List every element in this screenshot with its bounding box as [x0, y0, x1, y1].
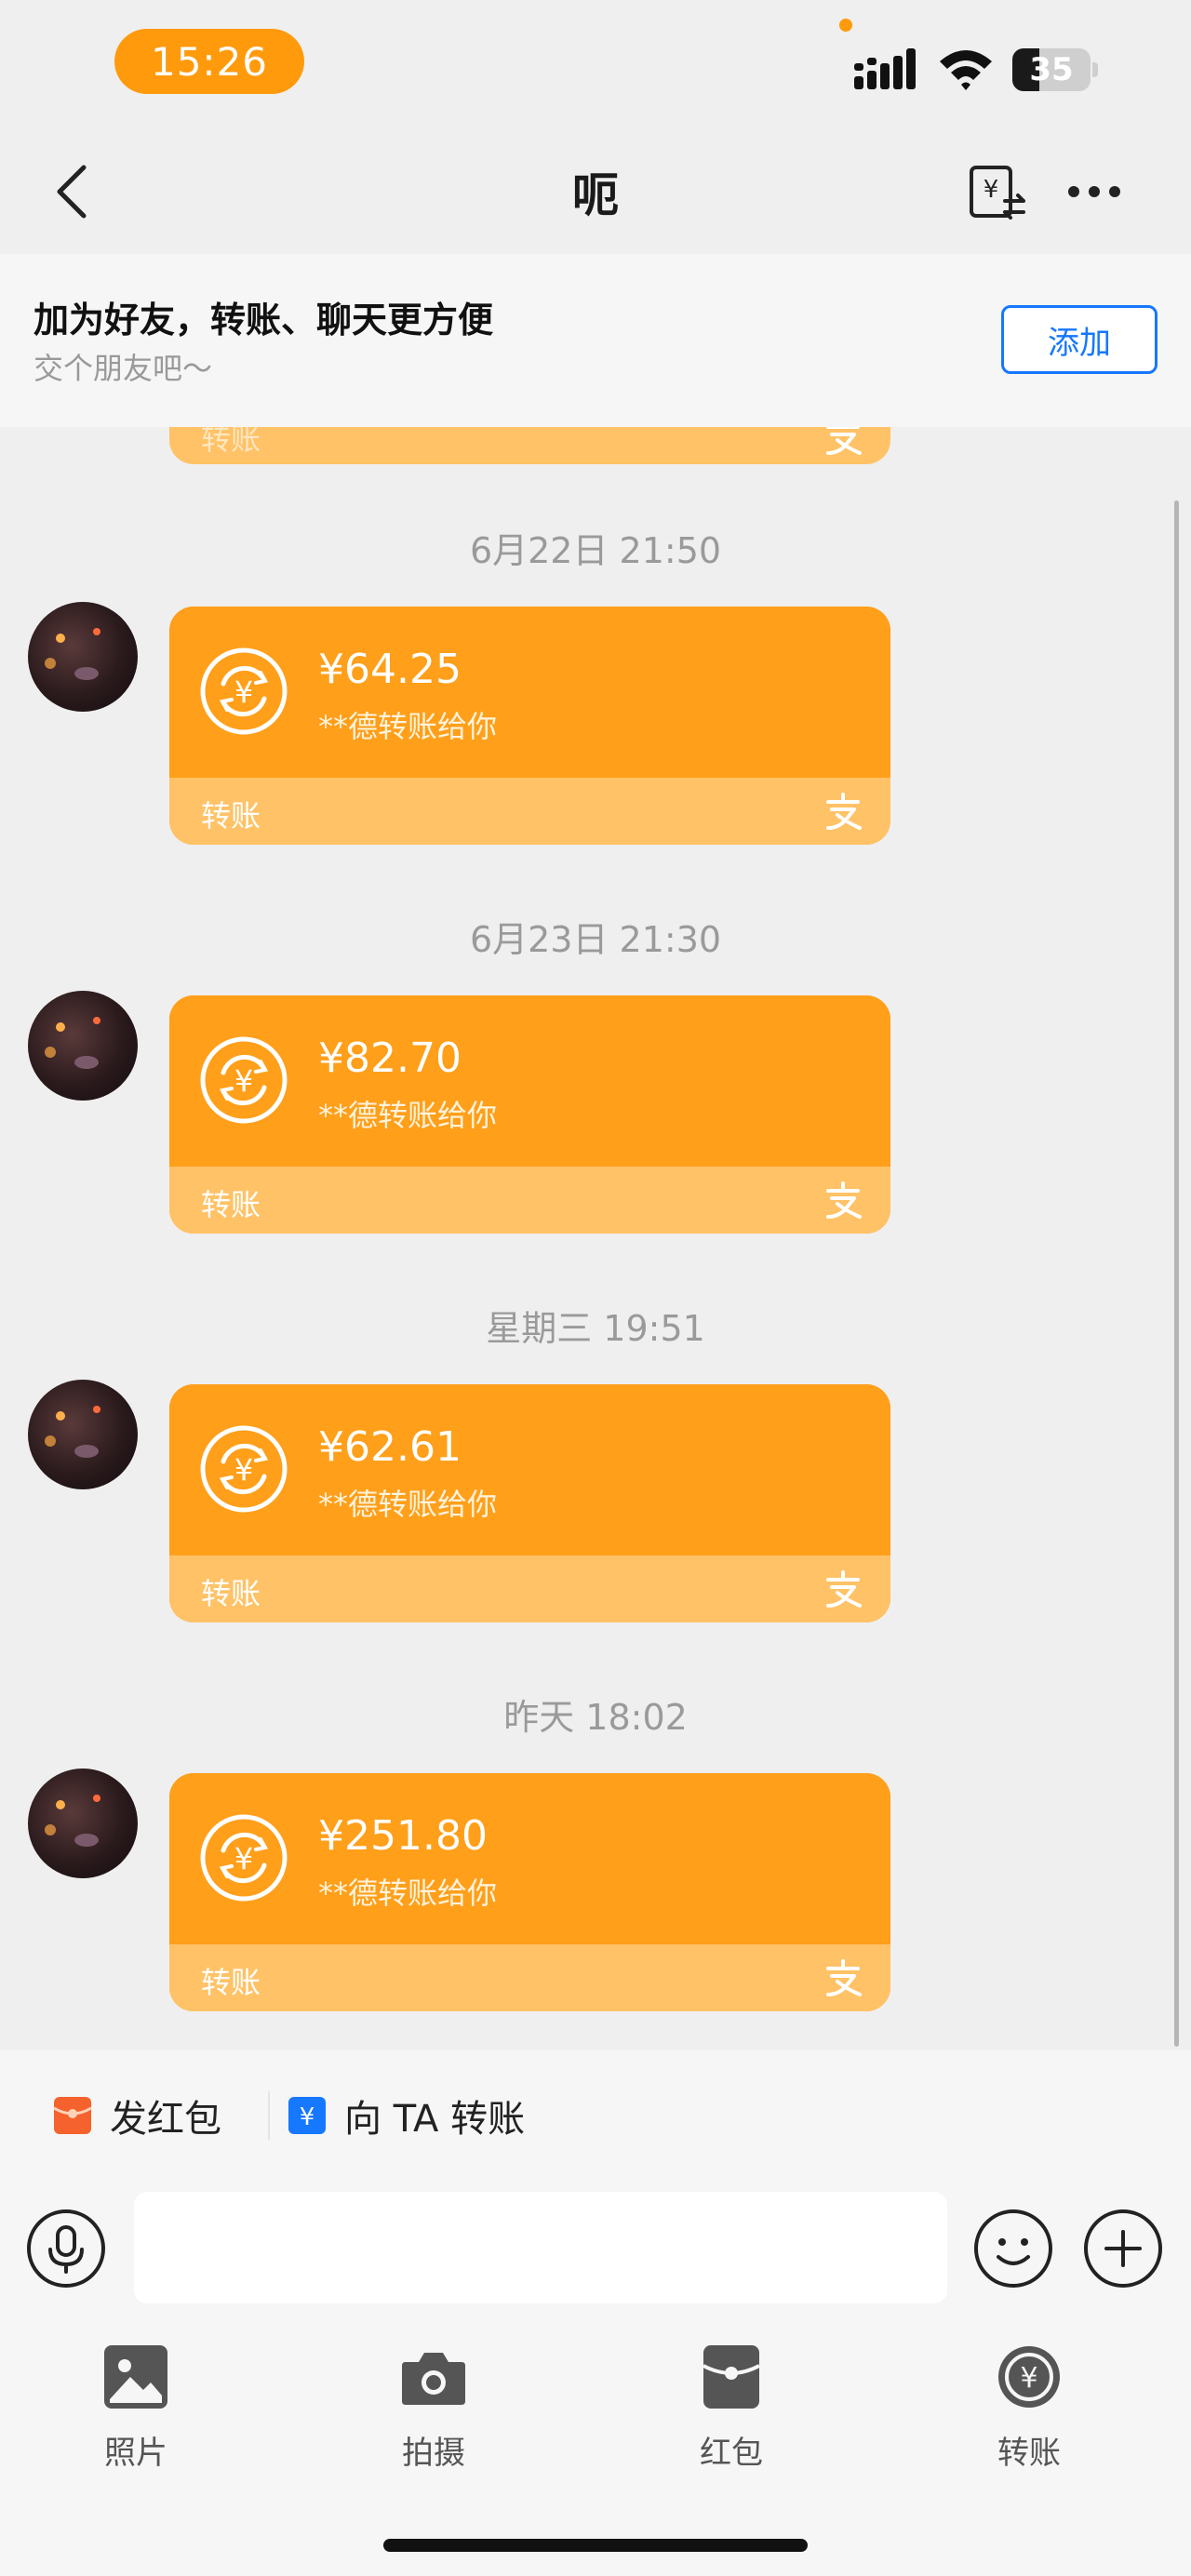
chat-scrollbar[interactable] — [1174, 501, 1179, 2047]
yen-transfer-icon: ¥ — [200, 1814, 288, 1902]
red-packet-label: 红包 — [700, 2435, 763, 2472]
message-timestamp: 昨天 18:02 — [503, 1697, 688, 1738]
back-icon[interactable] — [47, 164, 102, 220]
message-timestamp: 星期三 19:51 — [486, 1308, 705, 1349]
chat-messages[interactable]: 转账 6月22日 21:50 ¥ ¥64.25 **德转账给你 转账 6月23日… — [0, 427, 1191, 2050]
status-bar: 15:26 35 — [0, 0, 1191, 130]
transfer-card[interactable]: ¥ ¥62.61 **德转账给你 转账 — [169, 1384, 890, 1622]
alipay-icon — [826, 793, 862, 830]
transfer-description: **德转账给你 — [318, 1098, 498, 1133]
camera-button[interactable]: 拍摄 — [341, 2343, 527, 2483]
svg-text:¥: ¥ — [234, 1063, 253, 1099]
transfer-card-label: 转账 — [201, 427, 261, 457]
transfer-description: **德转账给你 — [318, 1487, 498, 1522]
message-timestamp: 6月22日 21:50 — [469, 530, 722, 571]
status-time: 15:26 — [114, 29, 304, 94]
nav-bar: 呃 ¥ — [0, 130, 1191, 254]
alipay-icon — [826, 1959, 862, 1996]
message-input[interactable] — [134, 2192, 947, 2303]
battery-level: 35 — [1029, 51, 1074, 88]
red-packet-button[interactable]: 红包 — [638, 2343, 824, 2483]
transfer-card-label: 转账 — [201, 1965, 261, 2000]
voice-icon[interactable] — [26, 2209, 106, 2289]
transfer-record-icon[interactable]: ¥ — [968, 164, 1027, 223]
svg-text:¥: ¥ — [234, 1841, 253, 1876]
quick-actions-divider — [268, 2091, 270, 2140]
add-friend-title: 加为好友，转账、聊天更方便 — [33, 300, 494, 340]
yen-transfer-icon: ¥ — [200, 1425, 288, 1513]
camera-icon — [402, 2353, 465, 2405]
transfer-to-ta-button[interactable]: ¥ 向 TA 转账 — [287, 2073, 525, 2158]
transfer-description: **德转账给你 — [318, 1875, 498, 1911]
transfer-amount: ¥62.61 — [318, 1423, 462, 1471]
svg-text:¥: ¥ — [300, 2103, 315, 2131]
cellular-signal-icon — [854, 48, 916, 89]
transfer-amount: ¥82.70 — [318, 1034, 462, 1082]
message-timestamp: 6月23日 21:30 — [469, 919, 722, 960]
svg-text:¥: ¥ — [984, 176, 999, 204]
svg-text:¥: ¥ — [1020, 2362, 1037, 2395]
transfer-card[interactable]: ¥ ¥64.25 **德转账给你 转账 — [169, 607, 890, 845]
camera-label: 拍摄 — [402, 2435, 465, 2472]
plus-icon[interactable] — [1083, 2209, 1163, 2289]
yen-transfer-icon: ¥ — [200, 1036, 288, 1124]
avatar[interactable] — [28, 1380, 138, 1489]
transfer-label: 转账 — [997, 2435, 1061, 2472]
transfer-card-label: 转账 — [201, 1187, 261, 1222]
add-friend-banner: 加为好友，转账、聊天更方便 交个朋友吧～ 添加 — [0, 254, 1191, 427]
transfer-amount: ¥251.80 — [318, 1812, 488, 1860]
message-input-row — [0, 2181, 1191, 2316]
home-indicator[interactable] — [383, 2539, 808, 2552]
quick-actions-bar: 发红包 ¥ 向 TA 转账 — [0, 2050, 1191, 2181]
photo-button[interactable]: 照片 — [43, 2343, 229, 2483]
transfer-to-ta-label: 向 TA 转账 — [344, 2098, 526, 2141]
transfer-card[interactable]: ¥ ¥82.70 **德转账给你 转账 — [169, 995, 890, 1234]
battery-icon: 35 — [1012, 48, 1098, 91]
wifi-icon — [940, 50, 992, 90]
add-friend-subtitle: 交个朋友吧～ — [33, 351, 213, 386]
bottom-toolbar: 照片 拍摄 红包 ¥ 转账 — [0, 2316, 1191, 2576]
transfer-amount: ¥64.25 — [318, 646, 462, 693]
avatar[interactable] — [28, 991, 138, 1101]
add-friend-button[interactable]: 添加 — [1001, 305, 1158, 374]
privacy-indicator-dot — [839, 19, 852, 32]
alipay-icon — [826, 1570, 862, 1608]
avatar[interactable] — [28, 1768, 138, 1878]
transfer-card-label: 转账 — [201, 1576, 261, 1611]
transfer-icon: ¥ — [998, 2346, 1060, 2408]
more-icon[interactable] — [1066, 182, 1122, 201]
svg-text:¥: ¥ — [234, 1452, 253, 1488]
transfer-button[interactable]: ¥ 转账 — [936, 2343, 1122, 2483]
page-title: 呃 — [572, 168, 619, 222]
transfer-card-label: 转账 — [201, 798, 261, 834]
avatar[interactable] — [28, 602, 138, 712]
svg-text:¥: ¥ — [234, 674, 253, 710]
send-red-packet-button[interactable]: 发红包 — [52, 2073, 221, 2158]
transfer-card[interactable]: ¥ ¥251.80 **德转账给你 转账 — [169, 1773, 890, 2011]
photo-label: 照片 — [104, 2435, 167, 2472]
yen-transfer-icon: ¥ — [200, 647, 288, 735]
transfer-icon: ¥ — [288, 2097, 326, 2134]
transfer-card-partial[interactable]: 转账 — [169, 427, 890, 464]
transfer-description: **德转账给你 — [318, 709, 498, 744]
send-red-packet-label: 发红包 — [110, 2098, 221, 2141]
photo-icon — [104, 2345, 167, 2409]
alipay-icon — [826, 427, 862, 455]
red-packet-icon — [703, 2345, 760, 2409]
emoji-icon[interactable] — [973, 2209, 1053, 2289]
alipay-icon — [826, 1181, 862, 1219]
red-packet-icon — [53, 2097, 92, 2134]
